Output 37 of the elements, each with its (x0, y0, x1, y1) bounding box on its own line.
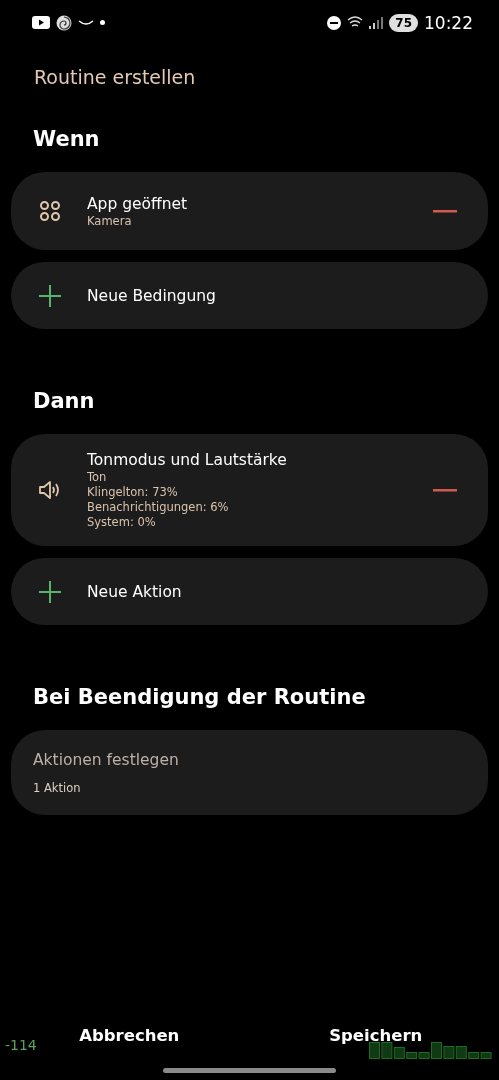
card-detail: 1 Aktion (33, 780, 81, 796)
card-detail: Ton (87, 470, 107, 485)
cancel-button[interactable]: Abbrechen (75, 1023, 184, 1049)
routine-card[interactable]: Tonmodus und Lautstärke Ton Klingelton: 73% Benachrichtigungen: 6% System: 0% (11, 434, 488, 546)
section-heading: Dann (33, 388, 95, 415)
card-title: Neue Aktion (87, 581, 182, 602)
card-title: Aktionen festlegen (33, 749, 179, 770)
card-title: Neue Bedingung (87, 285, 216, 306)
add-icon (38, 579, 62, 604)
summary-card[interactable]: Aktionen festlegen 1 Aktion (11, 730, 488, 815)
remove-icon[interactable] (433, 209, 457, 213)
section-heading: Bei Beendigung der Routine (33, 684, 366, 711)
add-card[interactable]: Neue Bedingung (11, 262, 488, 329)
card-detail: Benachrichtigungen: 6% (87, 500, 229, 515)
add-card[interactable]: Neue Aktion (11, 558, 488, 625)
apps-icon (39, 200, 61, 222)
wifi-icon (347, 16, 364, 29)
save-button[interactable]: Speichern (325, 1023, 427, 1049)
battery-level: 75 (389, 13, 418, 32)
card-detail: System: 0% (87, 515, 156, 530)
dot-icon (100, 20, 105, 25)
page-title: Routine erstellen (34, 65, 196, 89)
section-heading: Wenn (33, 126, 100, 153)
spiral-app-icon (56, 14, 72, 31)
speaker-icon (38, 479, 62, 501)
card-title: Tonmodus und Lautstärke (87, 450, 287, 470)
remove-icon[interactable] (433, 488, 457, 492)
card-detail: Kamera (87, 213, 132, 229)
routine-card[interactable]: App geöffnet Kamera (11, 172, 488, 250)
card-detail: Klingelton: 73% (87, 485, 178, 500)
do-not-disturb-icon (327, 15, 342, 30)
clock: 10:22 (424, 12, 473, 33)
meter-reading: -114 (5, 1037, 37, 1053)
card-title: App geöffnet (87, 193, 188, 214)
video-app-icon (32, 16, 50, 29)
signal-icon (369, 16, 384, 29)
add-icon (38, 283, 62, 308)
